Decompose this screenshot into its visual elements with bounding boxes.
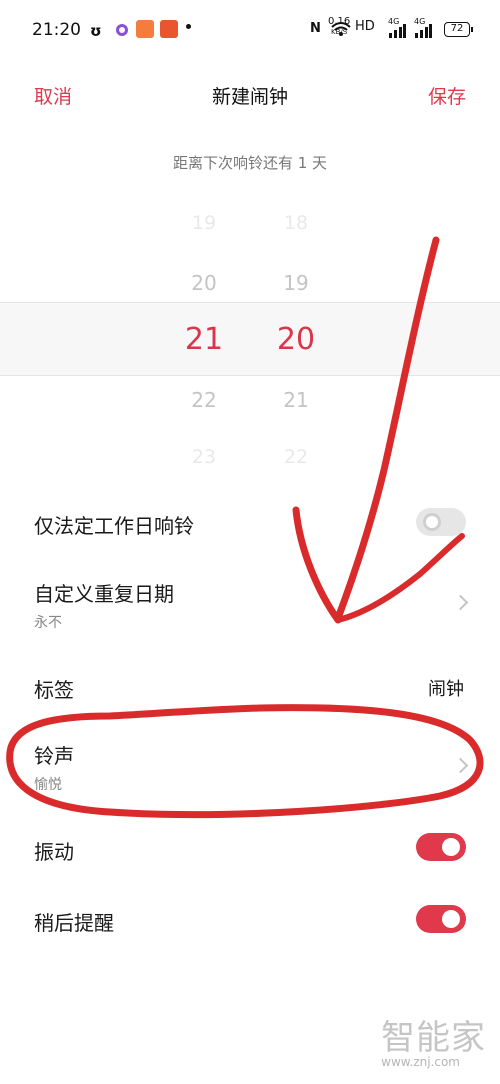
annotation-circle (6, 704, 484, 819)
annotation-arrow-left-head (292, 506, 342, 624)
watermark-url: www.znj.com (381, 1055, 460, 1069)
annotation-arrow-shaft (334, 236, 440, 622)
annotation-overlay (6, 236, 484, 819)
watermark-logo: 智能家 (381, 1018, 486, 1058)
annotation-arrow-right-head (335, 533, 465, 623)
